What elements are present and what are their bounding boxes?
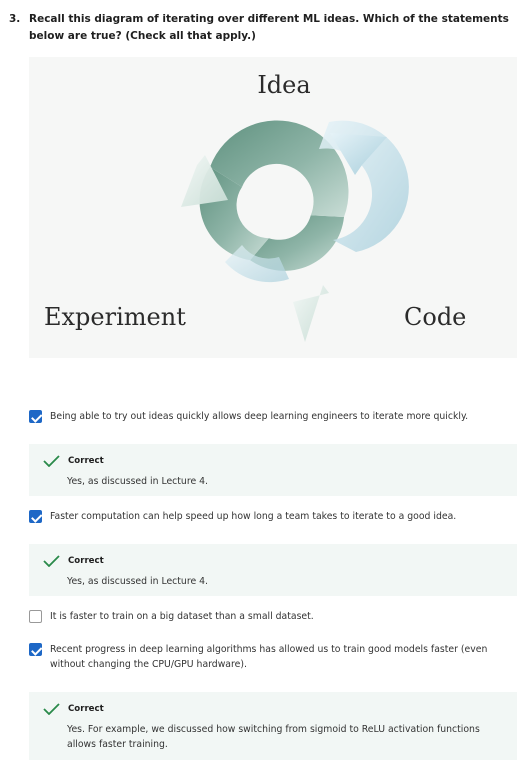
question-number: 3. bbox=[9, 13, 21, 25]
answer-option[interactable]: Faster computation can help speed up how… bbox=[29, 509, 517, 524]
option-text: Faster computation can help speed up how… bbox=[50, 511, 457, 522]
feedback-text: Yes. For example, we discussed how switc… bbox=[67, 724, 480, 750]
answer-option[interactable]: Being able to try out ideas quickly allo… bbox=[29, 409, 517, 424]
feedback-title: Correct bbox=[68, 556, 104, 566]
checkbox-unchecked[interactable] bbox=[29, 610, 42, 623]
diagram-label-code: Code bbox=[404, 303, 466, 331]
feedback-panel: Correct Yes. For example, we discussed h… bbox=[29, 692, 517, 760]
checkbox-checked[interactable] bbox=[29, 643, 42, 656]
diagram-label-idea: Idea bbox=[257, 71, 310, 99]
answer-option[interactable]: Recent progress in deep learning algorit… bbox=[29, 642, 517, 672]
correct-check-icon bbox=[43, 555, 60, 567]
feedback-title: Correct bbox=[68, 704, 104, 714]
option-text: Recent progress in deep learning algorit… bbox=[50, 644, 488, 670]
answer-option[interactable]: It is faster to train on a big dataset t… bbox=[29, 609, 517, 624]
feedback-text: Yes, as discussed in Lecture 4. bbox=[67, 476, 208, 487]
checkbox-checked[interactable] bbox=[29, 510, 42, 523]
iteration-cycle-diagram: Idea Code Experiment bbox=[29, 57, 517, 358]
feedback-panel: Correct Yes, as discussed in Lecture 4. bbox=[29, 544, 517, 596]
correct-check-icon bbox=[43, 455, 60, 467]
diagram-label-experiment: Experiment bbox=[44, 303, 186, 331]
feedback-title: Correct bbox=[68, 456, 104, 466]
correct-check-icon bbox=[43, 703, 60, 715]
question-text: Recall this diagram of iterating over di… bbox=[29, 13, 509, 42]
checkbox-checked[interactable] bbox=[29, 410, 42, 423]
question-header: 3. Recall this diagram of iterating over… bbox=[9, 11, 524, 45]
arrowhead-bottom-icon bbox=[293, 285, 329, 342]
option-text: It is faster to train on a big dataset t… bbox=[50, 611, 314, 622]
feedback-text: Yes, as discussed in Lecture 4. bbox=[67, 576, 208, 587]
option-text: Being able to try out ideas quickly allo… bbox=[50, 411, 469, 422]
feedback-panel: Correct Yes, as discussed in Lecture 4. bbox=[29, 444, 517, 496]
